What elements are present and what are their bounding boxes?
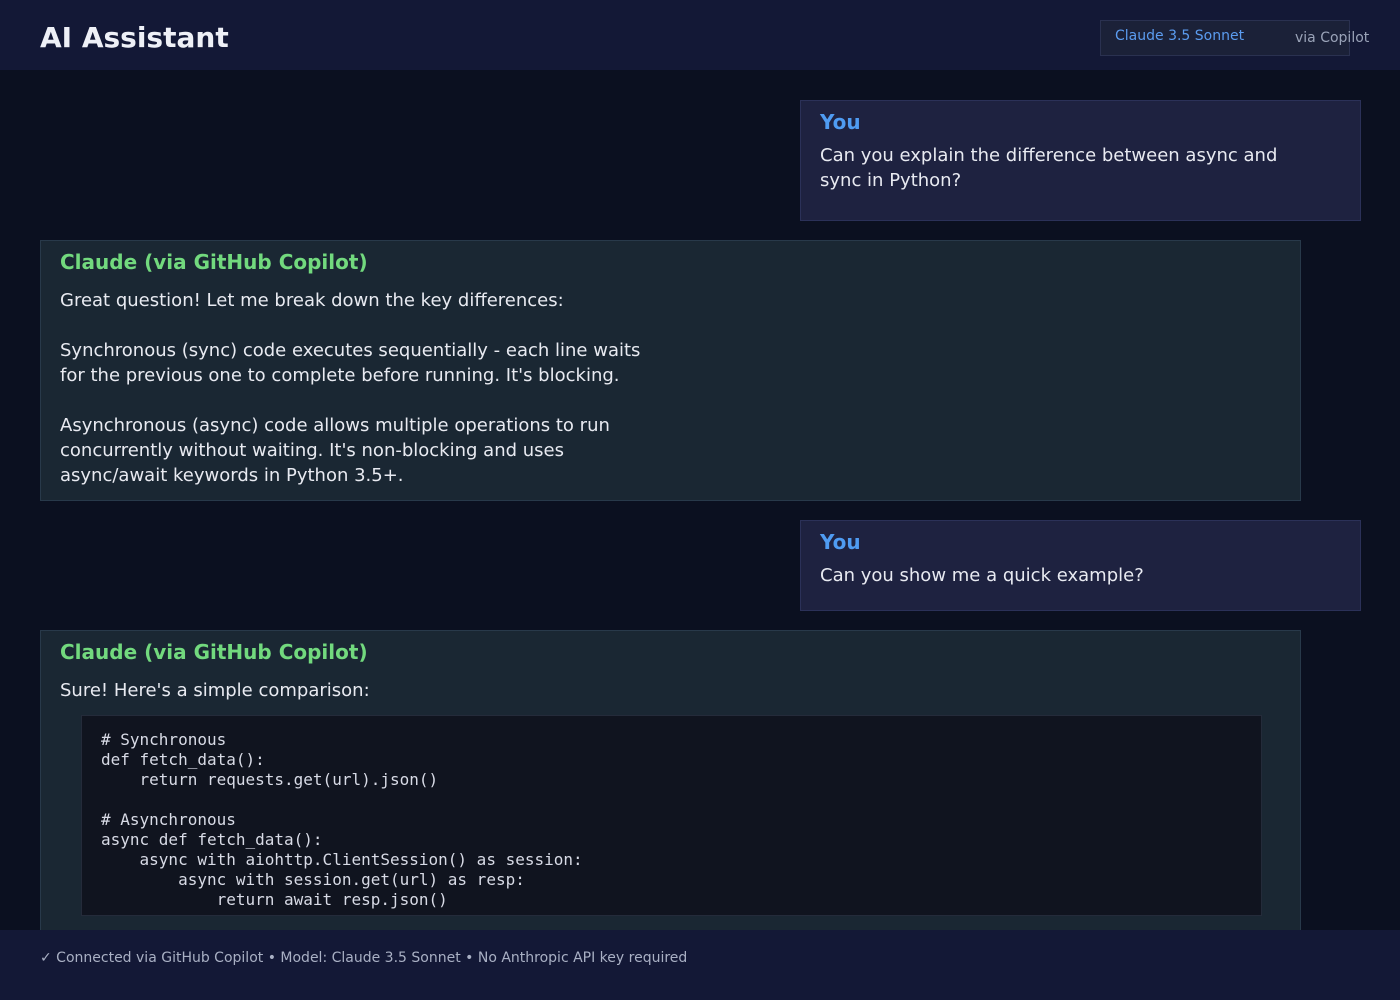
- message-text: Can you explain the difference between a…: [820, 145, 1284, 191]
- status-bar: ✓ Connected via GitHub Copilot • Model: …: [0, 930, 1400, 1000]
- connection-status: ✓ Connected via GitHub Copilot • Model: …: [40, 950, 688, 966]
- code-block[interactable]: # Synchronous def fetch_data(): return r…: [81, 715, 1262, 916]
- assistant-message: Claude (via GitHub Copilot) Great questi…: [40, 240, 1301, 501]
- model-name[interactable]: Claude 3.5 Sonnet: [1115, 27, 1244, 45]
- user-message: You Can you explain the difference betwe…: [800, 100, 1361, 221]
- code-content[interactable]: # Synchronous def fetch_data(): return r…: [101, 730, 583, 910]
- message-text: Sure! Here's a simple comparison:: [60, 680, 370, 701]
- chat-app: AI Assistant Claude 3.5 Sonnet via Copil…: [0, 0, 1400, 1000]
- message-sender: Claude (via GitHub Copilot): [60, 640, 368, 664]
- message-text: Can you show me a quick example?: [820, 565, 1144, 586]
- user-message: You Can you show me a quick example?: [800, 520, 1361, 611]
- app-header: AI Assistant Claude 3.5 Sonnet via Copil…: [0, 0, 1400, 70]
- message-sender: Claude (via GitHub Copilot): [60, 250, 368, 274]
- message-text: Great question! Let me break down the ke…: [60, 290, 641, 486]
- message-sender: You: [820, 530, 861, 554]
- assistant-message: Claude (via GitHub Copilot) Sure! Here's…: [40, 630, 1301, 960]
- message-sender: You: [820, 110, 861, 134]
- app-title: AI Assistant: [40, 21, 229, 54]
- model-provider-label: via Copilot: [1295, 30, 1370, 46]
